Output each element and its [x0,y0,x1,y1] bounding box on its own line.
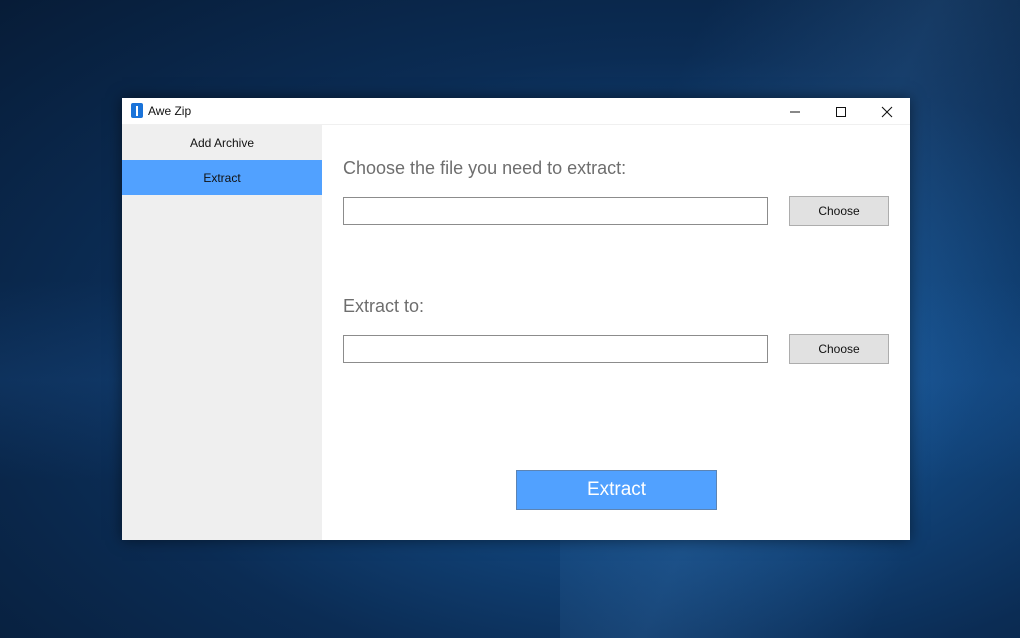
sidebar: Add Archive Extract [122,125,322,540]
close-icon [881,106,893,117]
source-file-input[interactable] [343,197,768,225]
minimize-icon [790,111,800,112]
source-file-label: Choose the file you need to extract: [343,158,627,178]
sidebar-item-label: Add Archive [189,135,255,150]
zip-file-icon [131,103,143,118]
sidebar-item-extract[interactable]: Extract [122,160,322,195]
app-window: Awe Zip Add Archive Extract Choose the f… [122,98,910,540]
choose-source-button[interactable]: Choose [789,196,889,226]
sidebar-item-add-archive[interactable]: Add Archive [122,125,322,160]
destination-input[interactable] [343,335,768,363]
window-title: Awe Zip [148,104,192,118]
destination-label: Extract to: [343,296,425,316]
extract-panel: Choose the file you need to extract: Cho… [322,125,910,540]
choose-destination-button[interactable]: Choose [789,334,889,364]
sidebar-item-label: Extract [203,170,241,185]
minimize-button[interactable] [772,98,818,125]
extract-button[interactable]: Extract [516,470,717,510]
maximize-button[interactable] [818,98,864,125]
title-bar[interactable]: Awe Zip [122,98,910,125]
maximize-icon [836,106,846,117]
close-button[interactable] [864,98,910,125]
